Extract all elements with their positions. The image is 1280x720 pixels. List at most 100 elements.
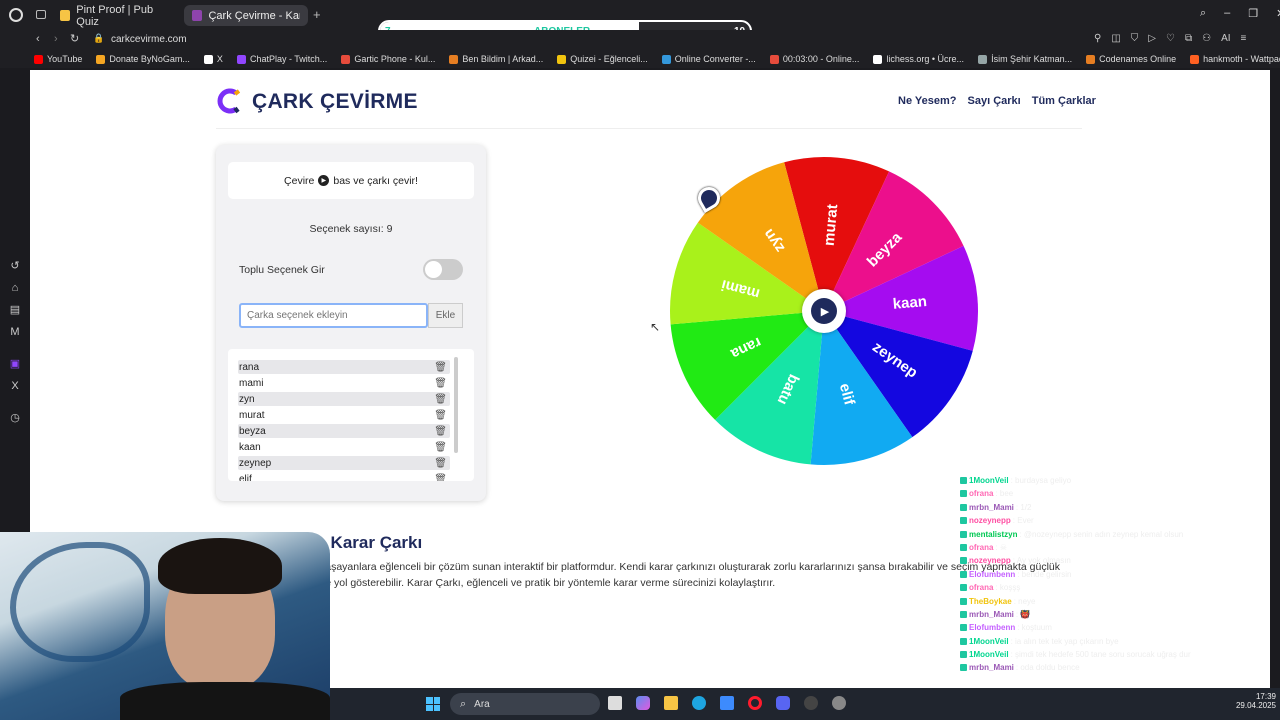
back-icon[interactable]: ‹: [36, 33, 40, 45]
heart-icon[interactable]: ♡: [1166, 33, 1175, 44]
delete-option-icon[interactable]: 🗑: [434, 426, 447, 437]
bookmark-label: Quizei - Eğlenceli...: [570, 54, 648, 64]
chat-text: : burdaysa geliyo: [1010, 476, 1072, 485]
bookmark-item[interactable]: lichess.org • Ücre...: [873, 54, 964, 64]
task-view-icon[interactable]: [608, 696, 622, 710]
bookmark-label: hankmoth - Wattpad: [1203, 54, 1280, 64]
bookmark-item[interactable]: Donate ByNoGam...: [96, 54, 190, 64]
webcam-wave-art: [10, 542, 150, 662]
bookmark-item[interactable]: YouTube: [34, 54, 82, 64]
chat-badge-icon: [960, 624, 967, 632]
bookmark-item[interactable]: Gartic Phone - Kul...: [341, 54, 435, 64]
obs-icon[interactable]: [804, 696, 818, 710]
notes-icon[interactable]: ▤: [9, 304, 21, 316]
discord-icon[interactable]: [776, 696, 790, 710]
bookmark-favicon-icon: [203, 54, 213, 64]
forward-icon[interactable]: ›: [54, 33, 58, 45]
messenger-icon[interactable]: M: [9, 326, 21, 338]
bookmark-item[interactable]: hankmoth - Wattpad: [1190, 54, 1280, 64]
chat-message: ofrana: koşşş: [960, 583, 1280, 592]
delete-option-icon[interactable]: 🗑: [434, 362, 447, 373]
bookmark-label: Gartic Phone - Kul...: [354, 54, 436, 64]
twitch-icon[interactable]: ▣: [9, 358, 21, 370]
shield-icon[interactable]: ⛉: [1131, 33, 1139, 44]
chat-username: Elofumbenn: [969, 623, 1016, 633]
site-logo-text[interactable]: ÇARK ÇEVİRME: [252, 90, 418, 114]
tab-cark-cevirme[interactable]: Çark Çevirme - Karar Çarkı: [184, 5, 308, 26]
bookmark-item[interactable]: Quizei - Eğlenceli...: [557, 54, 648, 64]
tab-overview-icon[interactable]: [36, 10, 46, 19]
chat-badge-icon: [960, 557, 967, 565]
app-icon[interactable]: [832, 696, 846, 710]
add-option-button[interactable]: Ekle: [428, 303, 463, 328]
bookmark-item[interactable]: ChatPlay - Twitch...: [236, 54, 327, 64]
instruction-pre: Çevire: [284, 174, 315, 187]
camera-icon[interactable]: ◫: [1111, 33, 1120, 44]
taskbar: ⌕ Ara 17:39 29.04.2025: [330, 688, 1280, 720]
opera-icon[interactable]: [748, 696, 762, 710]
chat-message: 1MoonVeil: şimdi tek hedefe 500 tane sor…: [960, 650, 1280, 659]
bookmark-item[interactable]: Codenames Online: [1086, 54, 1176, 64]
close-icon[interactable]: ✕: [1276, 7, 1280, 20]
bookmark-item[interactable]: Online Converter -...: [661, 54, 756, 64]
browser-logo-icon[interactable]: [9, 8, 23, 22]
nav-sayi-carki[interactable]: Sayı Çarkı: [968, 95, 1021, 107]
search-icon[interactable]: ⌕: [1200, 7, 1206, 20]
taskbar-search[interactable]: ⌕ Ara: [450, 693, 600, 715]
pin-icon[interactable]: ⚲: [1094, 33, 1101, 44]
bookmark-favicon-icon: [96, 54, 106, 64]
chat-text: : Ever: [1012, 516, 1034, 526]
wallet-icon[interactable]: ⌂: [9, 282, 21, 294]
chat-badge-icon: [960, 637, 967, 645]
list-scrollbar[interactable]: [454, 357, 458, 453]
nav-tum-carklar[interactable]: Tüm Çarklar: [1032, 95, 1096, 107]
play-icon[interactable]: ▷: [1148, 33, 1156, 44]
address-bar-row: ‹ › ↻ 🔒 carkcevirme.com ⚲ ◫ ⛉ ▷ ♡ ⧉ ⚇ AI…: [0, 30, 1280, 50]
bulk-entry-toggle[interactable]: [423, 259, 463, 280]
nav-ne-yesem[interactable]: Ne Yesem?: [898, 95, 957, 107]
reload-icon[interactable]: ↻: [70, 32, 79, 45]
maximize-icon[interactable]: ❐: [1248, 7, 1258, 20]
menu-icon[interactable]: ≡: [1241, 33, 1247, 44]
chat-text: : bee: [995, 489, 1014, 499]
x-icon[interactable]: X: [9, 380, 21, 392]
profile-icon[interactable]: ⚇: [1202, 33, 1211, 44]
clock-icon[interactable]: ◷: [9, 412, 21, 424]
tab-pint-proof[interactable]: Pint Proof | Pub Quiz: [52, 4, 180, 28]
chat-username: nozeynepp: [969, 516, 1011, 526]
option-label: zyn: [239, 393, 255, 405]
bookmark-label: Ben Bildim | Arkad...: [462, 54, 544, 64]
option-input[interactable]: [239, 303, 428, 328]
delete-option-icon[interactable]: 🗑: [434, 474, 447, 482]
chat-text: : oda doldu bence: [1015, 663, 1080, 673]
bookmark-item[interactable]: Ben Bildim | Arkad...: [449, 54, 543, 64]
section-paragraph-1: yaşayanlara eğlenceli bir çözüm sunan in…: [320, 561, 1060, 573]
delete-option-icon[interactable]: 🗑: [434, 410, 447, 421]
copilot-icon[interactable]: [636, 696, 650, 710]
spin-button[interactable]: ▶: [802, 289, 846, 333]
site-logo-icon[interactable]: [216, 87, 241, 115]
start-icon[interactable]: [426, 697, 440, 711]
delete-option-icon[interactable]: 🗑: [434, 394, 447, 405]
address-input[interactable]: carkcevirme.com: [111, 34, 187, 45]
delete-option-icon[interactable]: 🗑: [434, 458, 447, 469]
new-tab-button[interactable]: +: [313, 7, 321, 22]
edge-icon[interactable]: [692, 696, 706, 710]
bookmark-favicon-icon: [341, 54, 351, 64]
delete-option-icon[interactable]: 🗑: [434, 378, 447, 389]
minimize-icon[interactable]: –: [1224, 7, 1230, 20]
search-icon: ⌕: [460, 697, 467, 710]
store-icon[interactable]: [720, 696, 734, 710]
bookmark-item[interactable]: İsim Şehir Katman...: [978, 54, 1072, 64]
bookmark-item[interactable]: 00:03:00 - Online...: [769, 54, 859, 64]
delete-option-icon[interactable]: 🗑: [434, 442, 447, 453]
ai-icon[interactable]: AI: [1221, 33, 1230, 44]
explorer-icon[interactable]: [664, 696, 678, 710]
extensions-icon[interactable]: ⧉: [1185, 33, 1192, 44]
history-icon[interactable]: ↺: [9, 260, 21, 272]
option-list-item: zeynep 🗑: [238, 456, 450, 470]
bookmark-item[interactable]: X: [203, 54, 223, 64]
clock[interactable]: 17:39 29.04.2025: [1230, 692, 1276, 710]
options-list-box: rana 🗑 mami 🗑 zyn 🗑 murat 🗑 beyza 🗑 kaan 🗑 zeynep 🗑 el…: [228, 349, 474, 481]
chat-badge-icon: [960, 597, 967, 605]
